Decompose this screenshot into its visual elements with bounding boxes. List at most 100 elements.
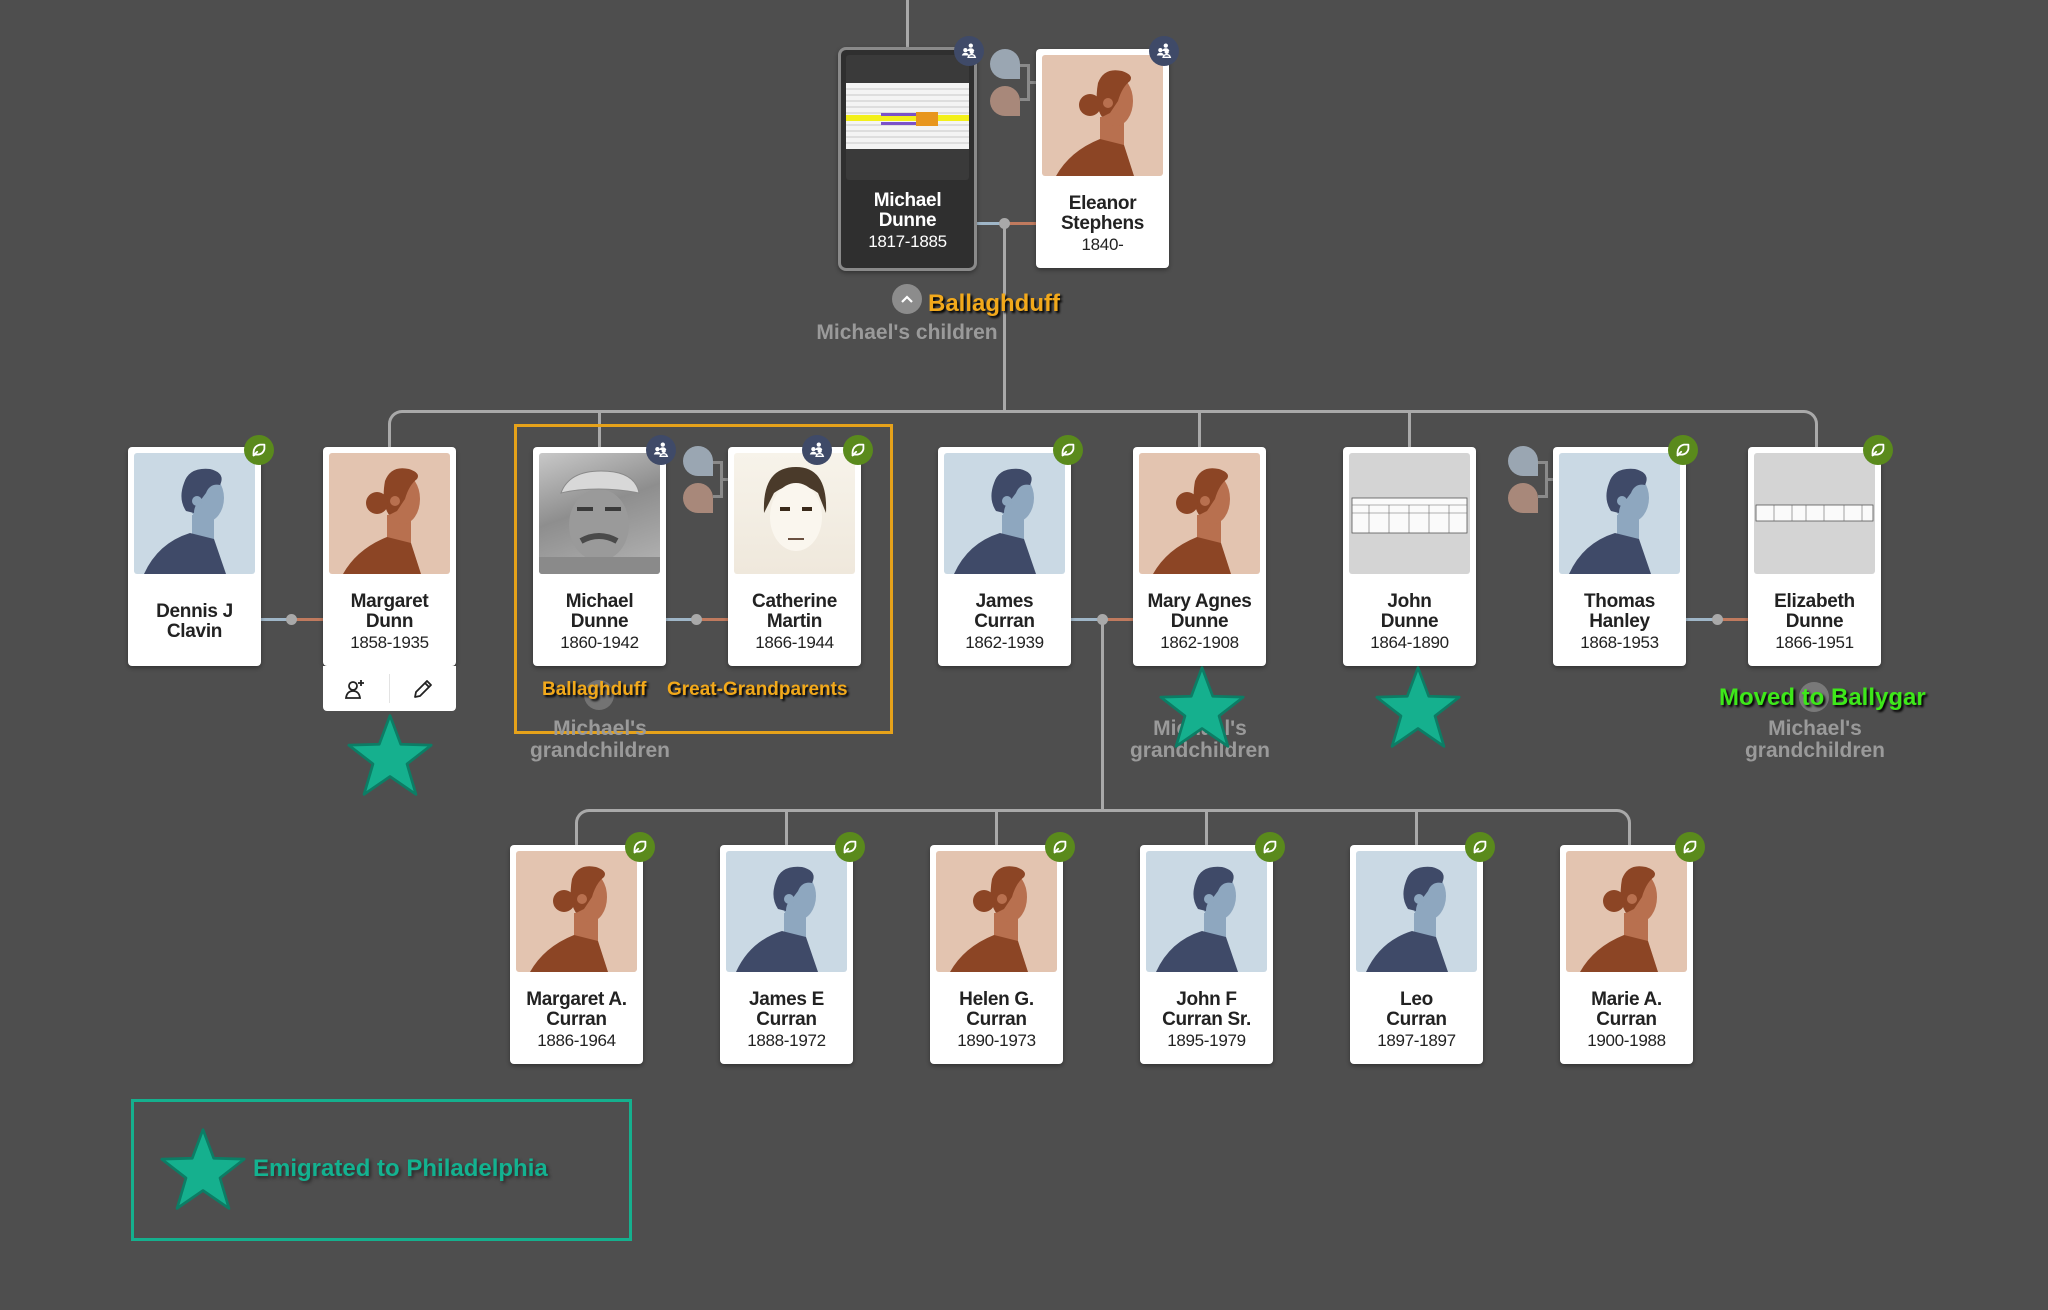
chevron-up-icon (901, 295, 913, 303)
person-years: 1817-1885 (868, 232, 947, 251)
parents-toggle[interactable] (990, 49, 1038, 121)
hint-leaf-icon[interactable] (625, 832, 655, 862)
person-years: 1897-1897 (1377, 1031, 1456, 1050)
female-silhouette-icon (1566, 851, 1687, 972)
document-record-image (1349, 453, 1470, 574)
drop-mary-agnes (1198, 410, 1201, 447)
father-avatar-icon[interactable] (990, 49, 1020, 79)
add-person-icon (344, 679, 364, 699)
family-icon[interactable] (646, 435, 676, 465)
female-silhouette-icon (516, 851, 637, 972)
person-name: Elizabeth Dunne 1866-1951 (1750, 592, 1879, 653)
person-card-marie-a-curran[interactable]: Marie A. Curran 1900-1988 (1560, 845, 1693, 1064)
person-card-james-e-curran[interactable]: James E Curran 1888-1972 (720, 845, 853, 1064)
person-years: 1888-1972 (747, 1031, 826, 1050)
hint-leaf-icon[interactable] (1045, 832, 1075, 862)
person-card-james-curran[interactable]: James Curran 1862-1939 (938, 447, 1071, 666)
person-name: Dennis J Clavin (156, 601, 233, 642)
couple-dot (286, 614, 297, 625)
star-icon (158, 1126, 248, 1212)
person-years: 1862-1908 (1160, 633, 1239, 652)
spreadsheet-record-image (846, 55, 969, 180)
family-icon[interactable] (1149, 36, 1179, 66)
parents-toggle[interactable] (683, 446, 731, 518)
male-silhouette-icon (1356, 851, 1477, 972)
person-photo (539, 453, 660, 574)
drop (1205, 809, 1208, 845)
male-silhouette-icon (1559, 453, 1680, 574)
person-name: Helen G. Curran 1890-1973 (932, 990, 1061, 1051)
hint-leaf-icon[interactable] (1675, 832, 1705, 862)
male-silhouette-icon (726, 851, 847, 972)
person-name: Michael Dunne 1860-1942 (535, 592, 664, 653)
person-card-leo-curran[interactable]: Leo Curran 1897-1897 (1350, 845, 1483, 1064)
female-silhouette-icon (936, 851, 1057, 972)
document-record-image (1754, 453, 1875, 574)
hint-leaf-icon[interactable] (1668, 435, 1698, 465)
person-name: Leo Curran 1897-1897 (1352, 990, 1481, 1051)
person-years: 1900-1988 (1587, 1031, 1666, 1050)
mother-avatar-icon[interactable] (683, 483, 713, 513)
person-photo (734, 453, 855, 574)
legend: Emigrated to Philadelphia (131, 1099, 632, 1241)
family-icon[interactable] (802, 435, 832, 465)
add-person-button[interactable] (323, 666, 389, 711)
family-icon[interactable] (954, 36, 984, 66)
person-years: 1862-1939 (965, 633, 1044, 652)
annotation-ballaghduff: Ballaghduff (928, 290, 1060, 317)
annotation-moved-to-ballygar: Moved to Ballygar (1719, 684, 1926, 711)
hint-leaf-icon[interactable] (1863, 435, 1893, 465)
father-avatar-icon[interactable] (683, 446, 713, 476)
person-card-michael-dunne-1860[interactable]: Michael Dunne 1860-1942 (533, 447, 666, 666)
hint-leaf-icon[interactable] (244, 435, 274, 465)
female-silhouette-icon (1139, 453, 1260, 574)
hint-leaf-icon[interactable] (843, 435, 873, 465)
hint-leaf-icon[interactable] (1465, 832, 1495, 862)
person-card-eleanor-stephens[interactable]: Eleanor Stephens 1840- (1036, 49, 1169, 268)
person-card-michael-dunne-1817[interactable]: Michael Dunne 1817-1885 (838, 47, 977, 271)
father-avatar-icon[interactable] (1508, 446, 1538, 476)
female-silhouette-icon (1042, 55, 1163, 176)
legend-label: Emigrated to Philadelphia (253, 1155, 548, 1182)
hint-leaf-icon[interactable] (835, 832, 865, 862)
person-years: 1866-1951 (1775, 633, 1854, 652)
drop (995, 809, 998, 845)
collapse-children-button[interactable] (892, 284, 922, 314)
mother-avatar-icon[interactable] (990, 86, 1020, 116)
person-years: 1890-1973 (957, 1031, 1036, 1050)
edit-button[interactable] (390, 666, 456, 711)
root-ancestor-line (906, 0, 909, 48)
person-name: Catherine Martin 1866-1944 (730, 592, 859, 653)
emigrated-star-icon (1373, 664, 1463, 750)
hint-leaf-icon[interactable] (1255, 832, 1285, 862)
drop (1415, 809, 1418, 845)
person-name: Thomas Hanley 1868-1953 (1555, 592, 1684, 653)
person-card-john-dunne[interactable]: John Dunne 1864-1890 (1343, 447, 1476, 666)
annotation-ballaghduff: Ballaghduff (542, 679, 647, 700)
drop-john (1408, 410, 1411, 447)
person-card-dennis-clavin[interactable]: Dennis J Clavin (128, 447, 261, 666)
hint-leaf-icon[interactable] (1053, 435, 1083, 465)
person-card-helen-g-curran[interactable]: Helen G. Curran 1890-1973 (930, 845, 1063, 1064)
person-name: Margaret Dunn 1858-1935 (325, 592, 454, 653)
person-card-margaret-dunn[interactable]: Margaret Dunn 1858-1935 (323, 447, 456, 711)
mother-avatar-icon[interactable] (1508, 483, 1538, 513)
female-silhouette-icon (329, 453, 450, 574)
children-group-label: Michael's children (816, 321, 998, 344)
male-silhouette-icon (1146, 851, 1267, 972)
person-card-mary-agnes-dunne[interactable]: Mary Agnes Dunne 1862-1908 (1133, 447, 1266, 666)
person-card-thomas-hanley[interactable]: Thomas Hanley 1868-1953 (1553, 447, 1686, 666)
person-card-margaret-a-curran[interactable]: Margaret A. Curran 1886-1964 (510, 845, 643, 1064)
person-name: John Dunne 1864-1890 (1345, 592, 1474, 653)
person-years: 1858-1935 (350, 633, 429, 652)
grandchildren-group-label: Michael's grandchildren (529, 717, 671, 762)
person-name: Mary Agnes Dunne 1862-1908 (1135, 592, 1264, 653)
person-card-john-f-curran-sr[interactable]: John F Curran Sr. 1895-1979 (1140, 845, 1273, 1064)
person-card-elizabeth-dunne[interactable]: Elizabeth Dunne 1866-1951 (1748, 447, 1881, 666)
parents-toggle[interactable] (1508, 446, 1556, 518)
person-card-catherine-martin[interactable]: Catherine Martin 1866-1944 (728, 447, 861, 666)
person-name: Marie A. Curran 1900-1988 (1562, 990, 1691, 1051)
emigrated-star-icon (1157, 664, 1247, 750)
annotation-great-grandparents: Great-Grandparents (667, 679, 848, 700)
drop (785, 809, 788, 845)
